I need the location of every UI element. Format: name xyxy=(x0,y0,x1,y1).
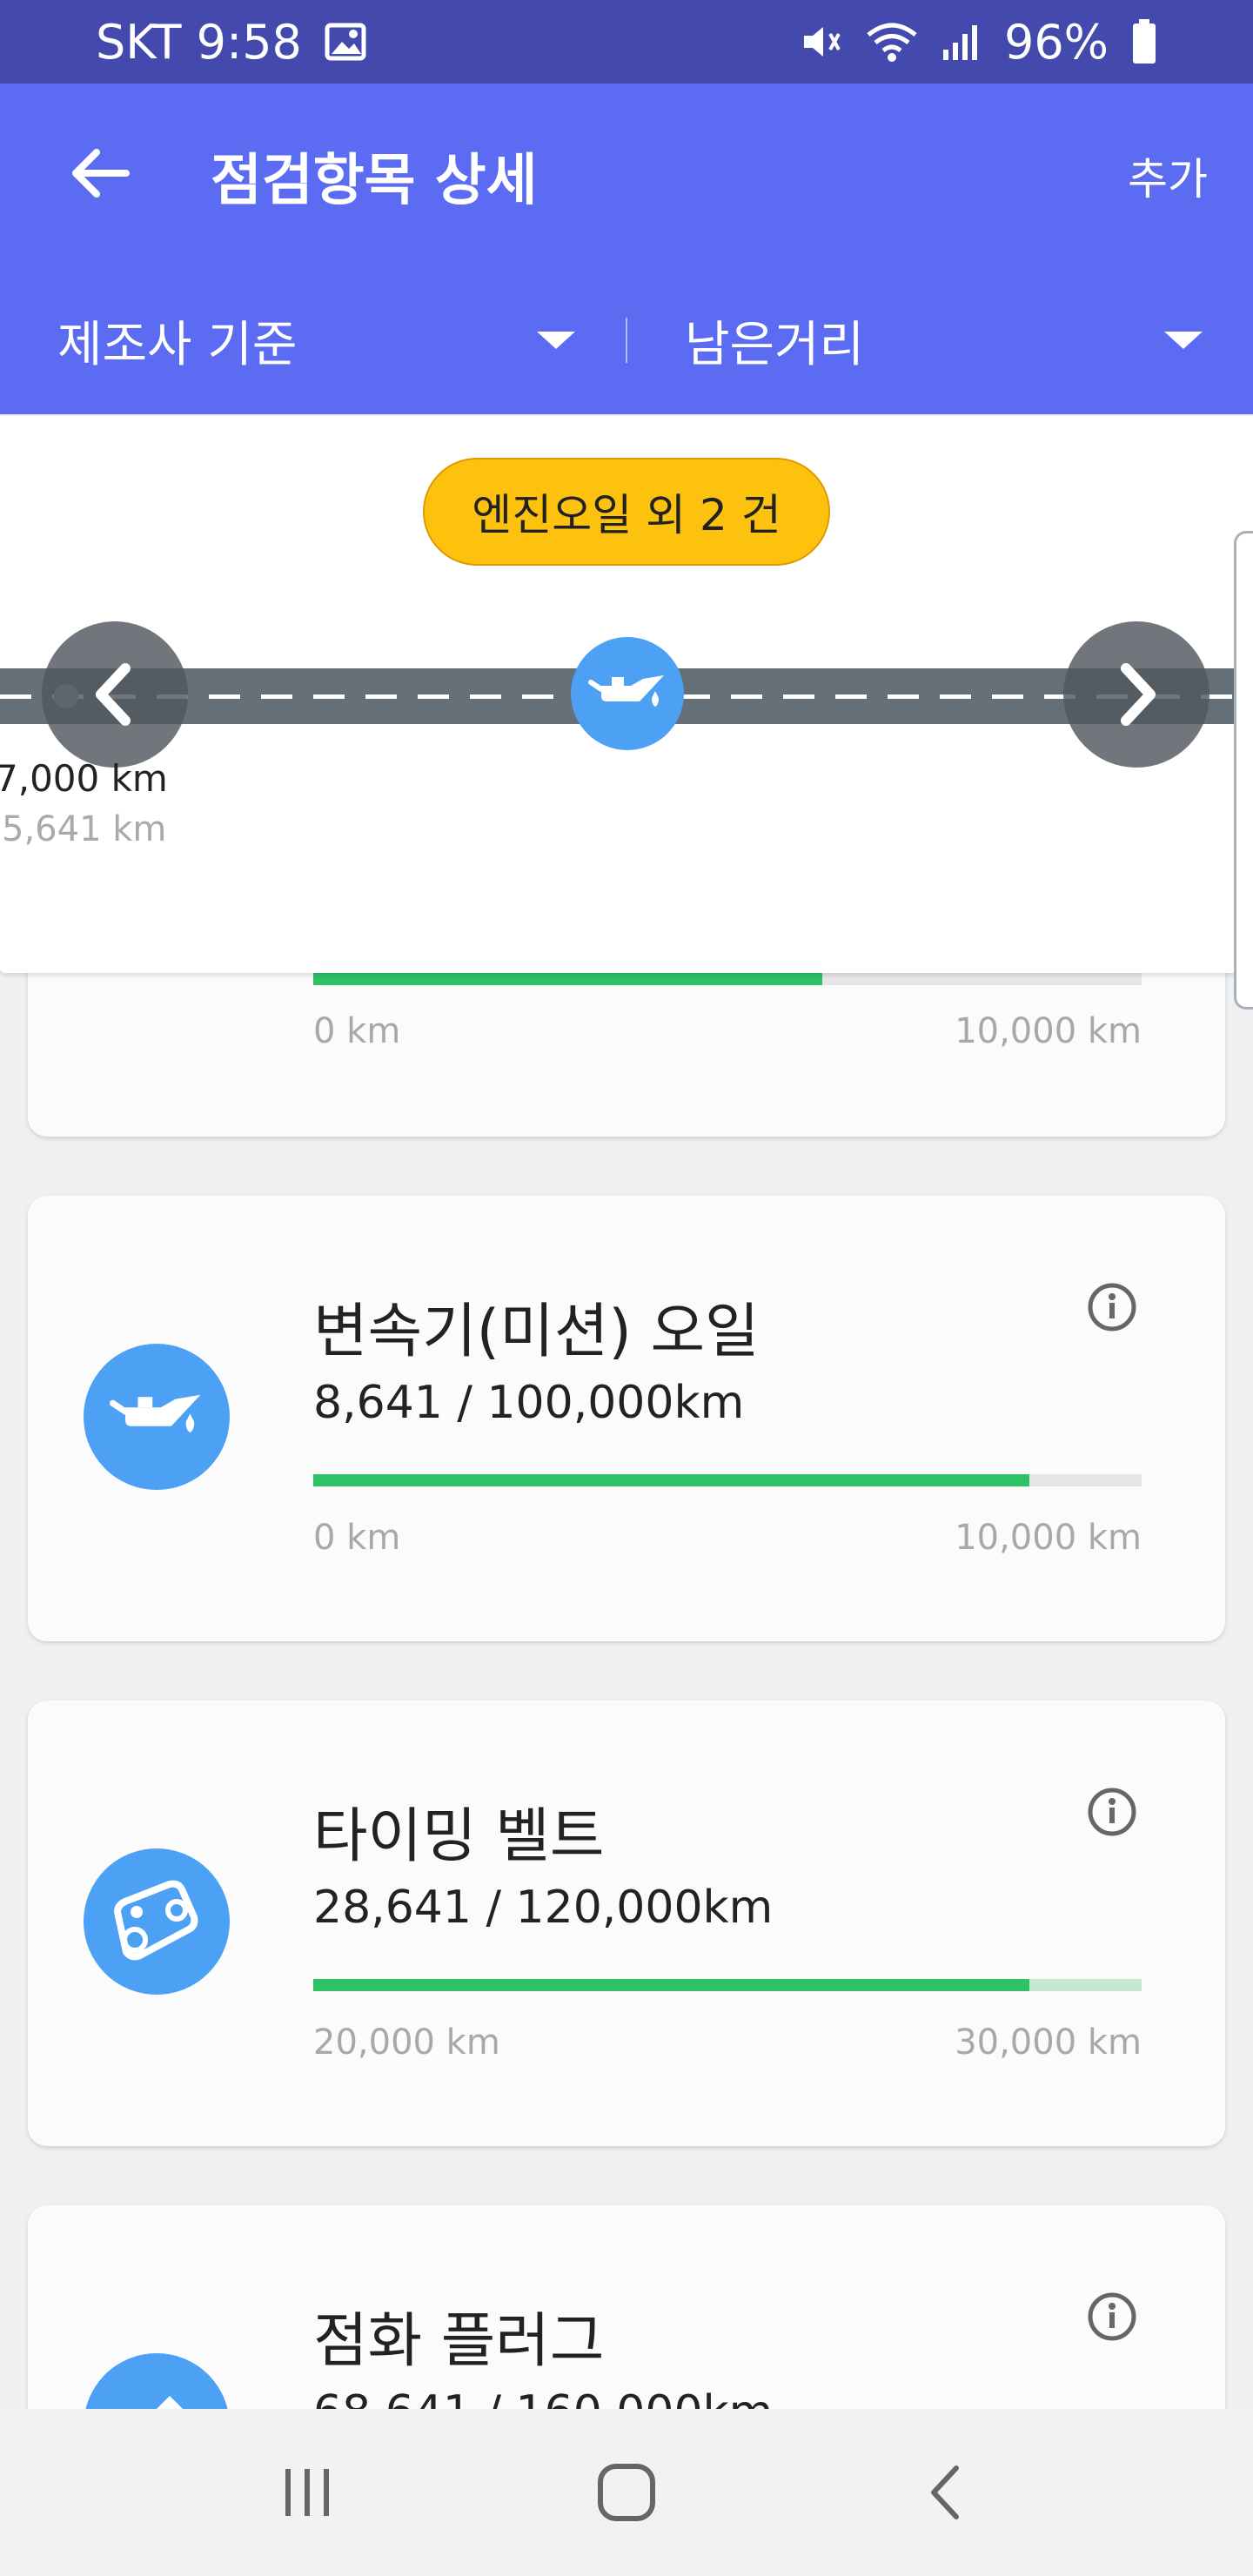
chevron-left-icon xyxy=(96,663,131,726)
back-button[interactable] xyxy=(61,134,139,212)
filter-row: 제조사 기준 남은거리 xyxy=(0,292,1253,388)
card-title: 점화 플러그 xyxy=(313,2307,605,2376)
system-back-button[interactable] xyxy=(894,2440,998,2545)
timeline-panel: 엔진오일 외 2 건 7,000 km 5,641 km xyxy=(0,416,1253,973)
side-drawer-handle[interactable] xyxy=(1234,531,1253,1010)
add-button[interactable]: 추가 xyxy=(1128,144,1208,207)
info-icon[interactable] xyxy=(1086,1281,1138,1333)
progress-fill xyxy=(313,973,823,985)
progress-track xyxy=(313,1474,1142,1486)
timing-belt-icon xyxy=(114,1880,198,1961)
card-title: 변속기(미션) 오일 xyxy=(313,1298,760,1366)
timeline-km-sublabel: 5,641 km xyxy=(2,809,167,849)
maintenance-card[interactable]: 변속기(미션) 오일 8,641 / 100,000km 0 km 10,000… xyxy=(28,1196,1225,1641)
timeline-prev-button[interactable] xyxy=(42,621,188,768)
card-value: 28,641 / 120,000km xyxy=(313,1882,774,1934)
oil-can-icon xyxy=(588,675,664,707)
wifi-icon xyxy=(865,21,919,63)
filter-label: 제조사 기준 xyxy=(57,316,298,373)
timeline-km-label: 7,000 km xyxy=(0,757,168,800)
chevron-left-icon xyxy=(930,2465,959,2519)
oil-can-icon xyxy=(110,1394,201,1432)
range-min-label: 20,000 km xyxy=(313,2023,500,2063)
timeline-marker[interactable] xyxy=(571,637,684,750)
home-icon xyxy=(597,2464,655,2521)
range-min-label: 0 km xyxy=(313,1518,401,1558)
battery-icon xyxy=(1131,19,1157,64)
mute-icon xyxy=(799,20,842,64)
progress-fill xyxy=(313,1474,1029,1486)
image-icon xyxy=(325,23,366,61)
page-title: 점검항목 상세 xyxy=(211,149,538,213)
info-icon[interactable] xyxy=(1086,2291,1138,2343)
card-title: 타이밍 벨트 xyxy=(313,1802,605,1871)
info-icon[interactable] xyxy=(1086,1786,1138,1838)
caret-down-icon xyxy=(1164,332,1203,349)
maintenance-card[interactable]: 타이밍 벨트 28,641 / 120,000km 20,000 km 30,0… xyxy=(28,1701,1225,2146)
manufacturer-filter-dropdown[interactable]: 제조사 기준 xyxy=(0,305,626,376)
range-max-label: 30,000 km xyxy=(955,2023,1142,2063)
caret-down-icon xyxy=(537,332,575,349)
timeline-next-button[interactable] xyxy=(1063,621,1209,768)
home-button[interactable] xyxy=(574,2440,679,2545)
status-bar: SKT 9:58 96% xyxy=(0,0,1253,84)
recent-apps-button[interactable] xyxy=(255,2440,359,2545)
filter-label: 남은거리 xyxy=(685,316,865,373)
battery-percent: 96% xyxy=(1003,14,1109,70)
chevron-right-icon xyxy=(1121,663,1156,726)
system-nav-bar xyxy=(0,2409,1253,2576)
progress-fill xyxy=(313,1979,1029,1991)
range-max-label: 10,000 km xyxy=(955,1011,1142,1051)
carrier-time: SKT 9:58 xyxy=(96,14,302,70)
card-icon-badge xyxy=(84,1848,230,1995)
range-max-label: 10,000 km xyxy=(955,1518,1142,1558)
recents-icon xyxy=(285,2469,330,2516)
signal-icon xyxy=(941,22,982,62)
card-icon-badge xyxy=(84,1344,230,1490)
arrow-left-icon xyxy=(72,149,130,198)
progress-track xyxy=(313,1979,1142,1991)
progress-track xyxy=(313,973,1142,985)
card-value: 8,641 / 100,000km xyxy=(313,1377,745,1429)
upcoming-items-badge[interactable]: 엔진오일 외 2 건 xyxy=(423,458,830,566)
app-bar: 점검항목 상세 추가 제조사 기준 남은거리 xyxy=(0,84,1253,414)
sort-filter-dropdown[interactable]: 남은거리 xyxy=(627,305,1253,376)
range-min-label: 0 km xyxy=(313,1011,401,1051)
